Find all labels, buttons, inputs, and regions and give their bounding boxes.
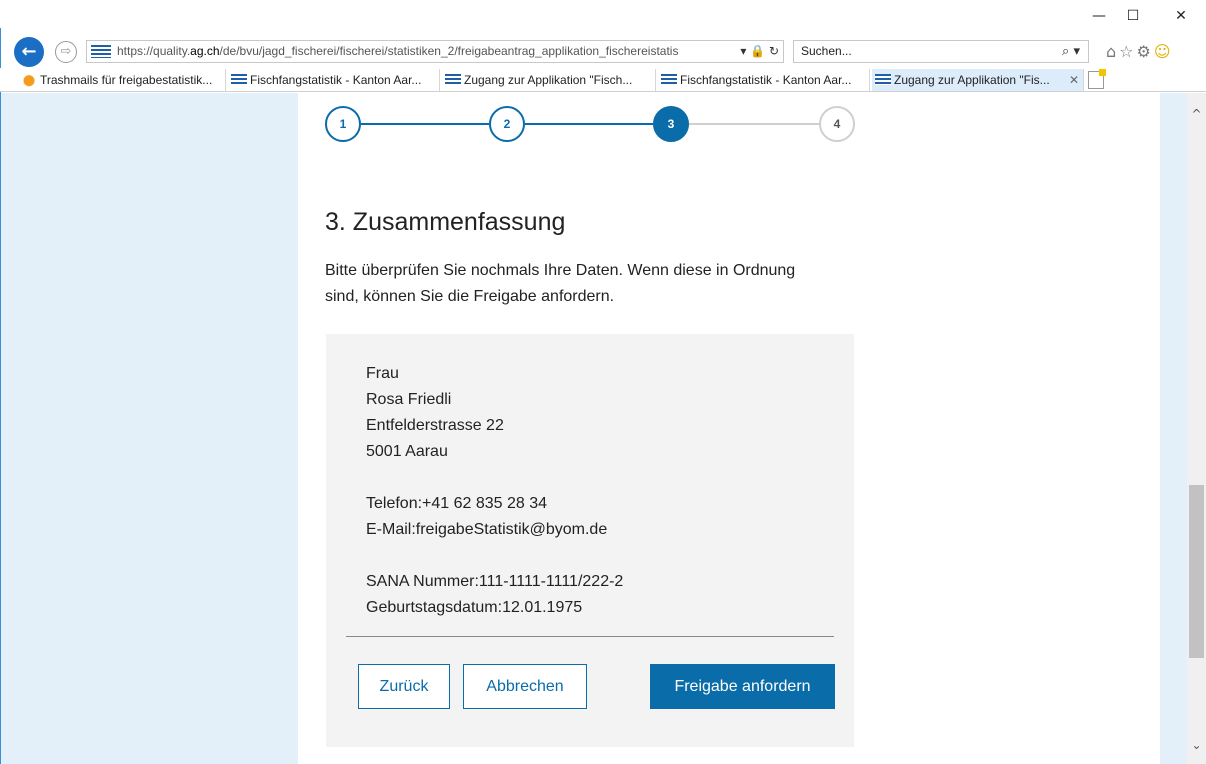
tab-label: Fischfangstatistik - Kanton Aar... (680, 73, 852, 87)
birthdate: Geburtstagsdatum:12.01.1975 (366, 599, 583, 616)
tab-fischfangstatistik-2[interactable]: Fischfangstatistik - Kanton Aar... (658, 69, 870, 91)
toolbar-icons: ⌂☆⚙☺ (1106, 42, 1174, 61)
vertical-scrollbar[interactable]: ^ ⌄ (1187, 93, 1206, 764)
step-connector (689, 123, 819, 125)
step-connector (525, 123, 653, 125)
tab-zugang-active[interactable]: Zugang zur Applikation "Fis... ✕ (872, 69, 1084, 91)
scroll-thumb[interactable] (1189, 485, 1204, 658)
home-icon[interactable]: ⌂ (1106, 42, 1119, 61)
step-connector (361, 123, 489, 125)
tab-bar: Trashmails für freigabestatistik... Fisc… (0, 68, 1206, 92)
step-1: 1 (325, 106, 361, 142)
tab-label: Zugang zur Applikation "Fis... (894, 73, 1050, 87)
page-title: 3. Zusammenfassung (325, 208, 566, 236)
sana-number: SANA Nummer:111-1111-1111/222-2 (366, 573, 624, 590)
address-controls[interactable]: ▾ 🔒 ↻ (734, 41, 779, 62)
cancel-button[interactable]: Abbrechen (463, 664, 587, 709)
summary-details: Frau Rosa Friedli Entfelderstrasse 22 50… (366, 361, 623, 621)
url-path: /de/bvu/jagd_fischerei/fischerei/statist… (219, 44, 679, 58)
close-tab-icon[interactable]: ✕ (1069, 69, 1079, 91)
full-name: Rosa Friedli (366, 391, 452, 408)
back-step-button[interactable]: Zurück (358, 664, 450, 709)
back-button[interactable]: ← (14, 37, 44, 67)
scroll-down-icon[interactable]: ⌄ (1187, 736, 1206, 754)
tab-trashmails[interactable]: Trashmails für freigabestatistik... (18, 69, 226, 91)
request-approval-button[interactable]: Freigabe anfordern (650, 664, 835, 709)
divider (346, 636, 834, 637)
close-window-button[interactable]: ✕ (1166, 6, 1196, 26)
step-2: 2 (489, 106, 525, 142)
scroll-up-icon[interactable]: ^ (1187, 105, 1206, 123)
address-bar[interactable]: https://quality.ag.ch/de/bvu/jagd_fische… (86, 40, 784, 63)
page-viewport: 1 2 3 4 3. Zusammenfassung Bitte überprü… (1, 93, 1187, 764)
minimize-button[interactable]: — (1084, 6, 1114, 26)
step-4: 4 (819, 106, 855, 142)
intro-text: Bitte überprüfen Sie nochmals Ihre Daten… (325, 262, 796, 305)
tab-label: Trashmails für freigabestatistik... (40, 73, 213, 87)
search-placeholder: Suchen... (801, 44, 852, 58)
navigation-bar: ← ⇨ https://quality.ag.ch/de/bvu/jagd_fi… (0, 36, 1206, 67)
aargau-icon (875, 74, 891, 85)
street: Entfelderstrasse 22 (366, 417, 504, 434)
city: 5001 Aarau (366, 443, 448, 460)
email: E-Mail:freigabeStatistik@byom.de (366, 521, 608, 538)
tab-zugang-1[interactable]: Zugang zur Applikation "Fisch... (442, 69, 656, 91)
url-scheme: https://quality. (117, 44, 191, 58)
aargau-icon (445, 74, 461, 85)
summary-panel: Frau Rosa Friedli Entfelderstrasse 22 50… (326, 334, 854, 747)
favorites-star-icon[interactable]: ☆ (1119, 42, 1136, 61)
maximize-button[interactable]: ☐ (1118, 6, 1148, 26)
phone: Telefon:+41 62 835 28 34 (366, 495, 548, 512)
url-host: ag.ch (190, 44, 220, 58)
tab-label: Fischfangstatistik - Kanton Aar... (250, 73, 422, 87)
tab-label: Zugang zur Applikation "Fisch... (464, 73, 633, 87)
fox-icon (21, 73, 37, 87)
salutation: Frau (366, 365, 399, 382)
search-input[interactable]: Suchen... ⌕ ▾ (793, 40, 1089, 63)
feedback-smiley-icon[interactable]: ☺ (1154, 42, 1174, 61)
gear-icon[interactable]: ⚙ (1137, 42, 1154, 61)
new-tab-button[interactable] (1088, 69, 1106, 89)
aargau-icon (661, 74, 677, 85)
title-bar: — ☐ ✕ (0, 0, 1206, 28)
site-favicon-icon (91, 45, 111, 58)
aargau-icon (231, 74, 247, 85)
search-icon[interactable]: ⌕ ▾ (1062, 41, 1080, 62)
forward-button[interactable]: ⇨ (55, 41, 77, 63)
tab-fischfangstatistik-1[interactable]: Fischfangstatistik - Kanton Aar... (228, 69, 440, 91)
progress-stepper: 1 2 3 4 (325, 106, 855, 142)
step-3-current: 3 (653, 106, 689, 142)
